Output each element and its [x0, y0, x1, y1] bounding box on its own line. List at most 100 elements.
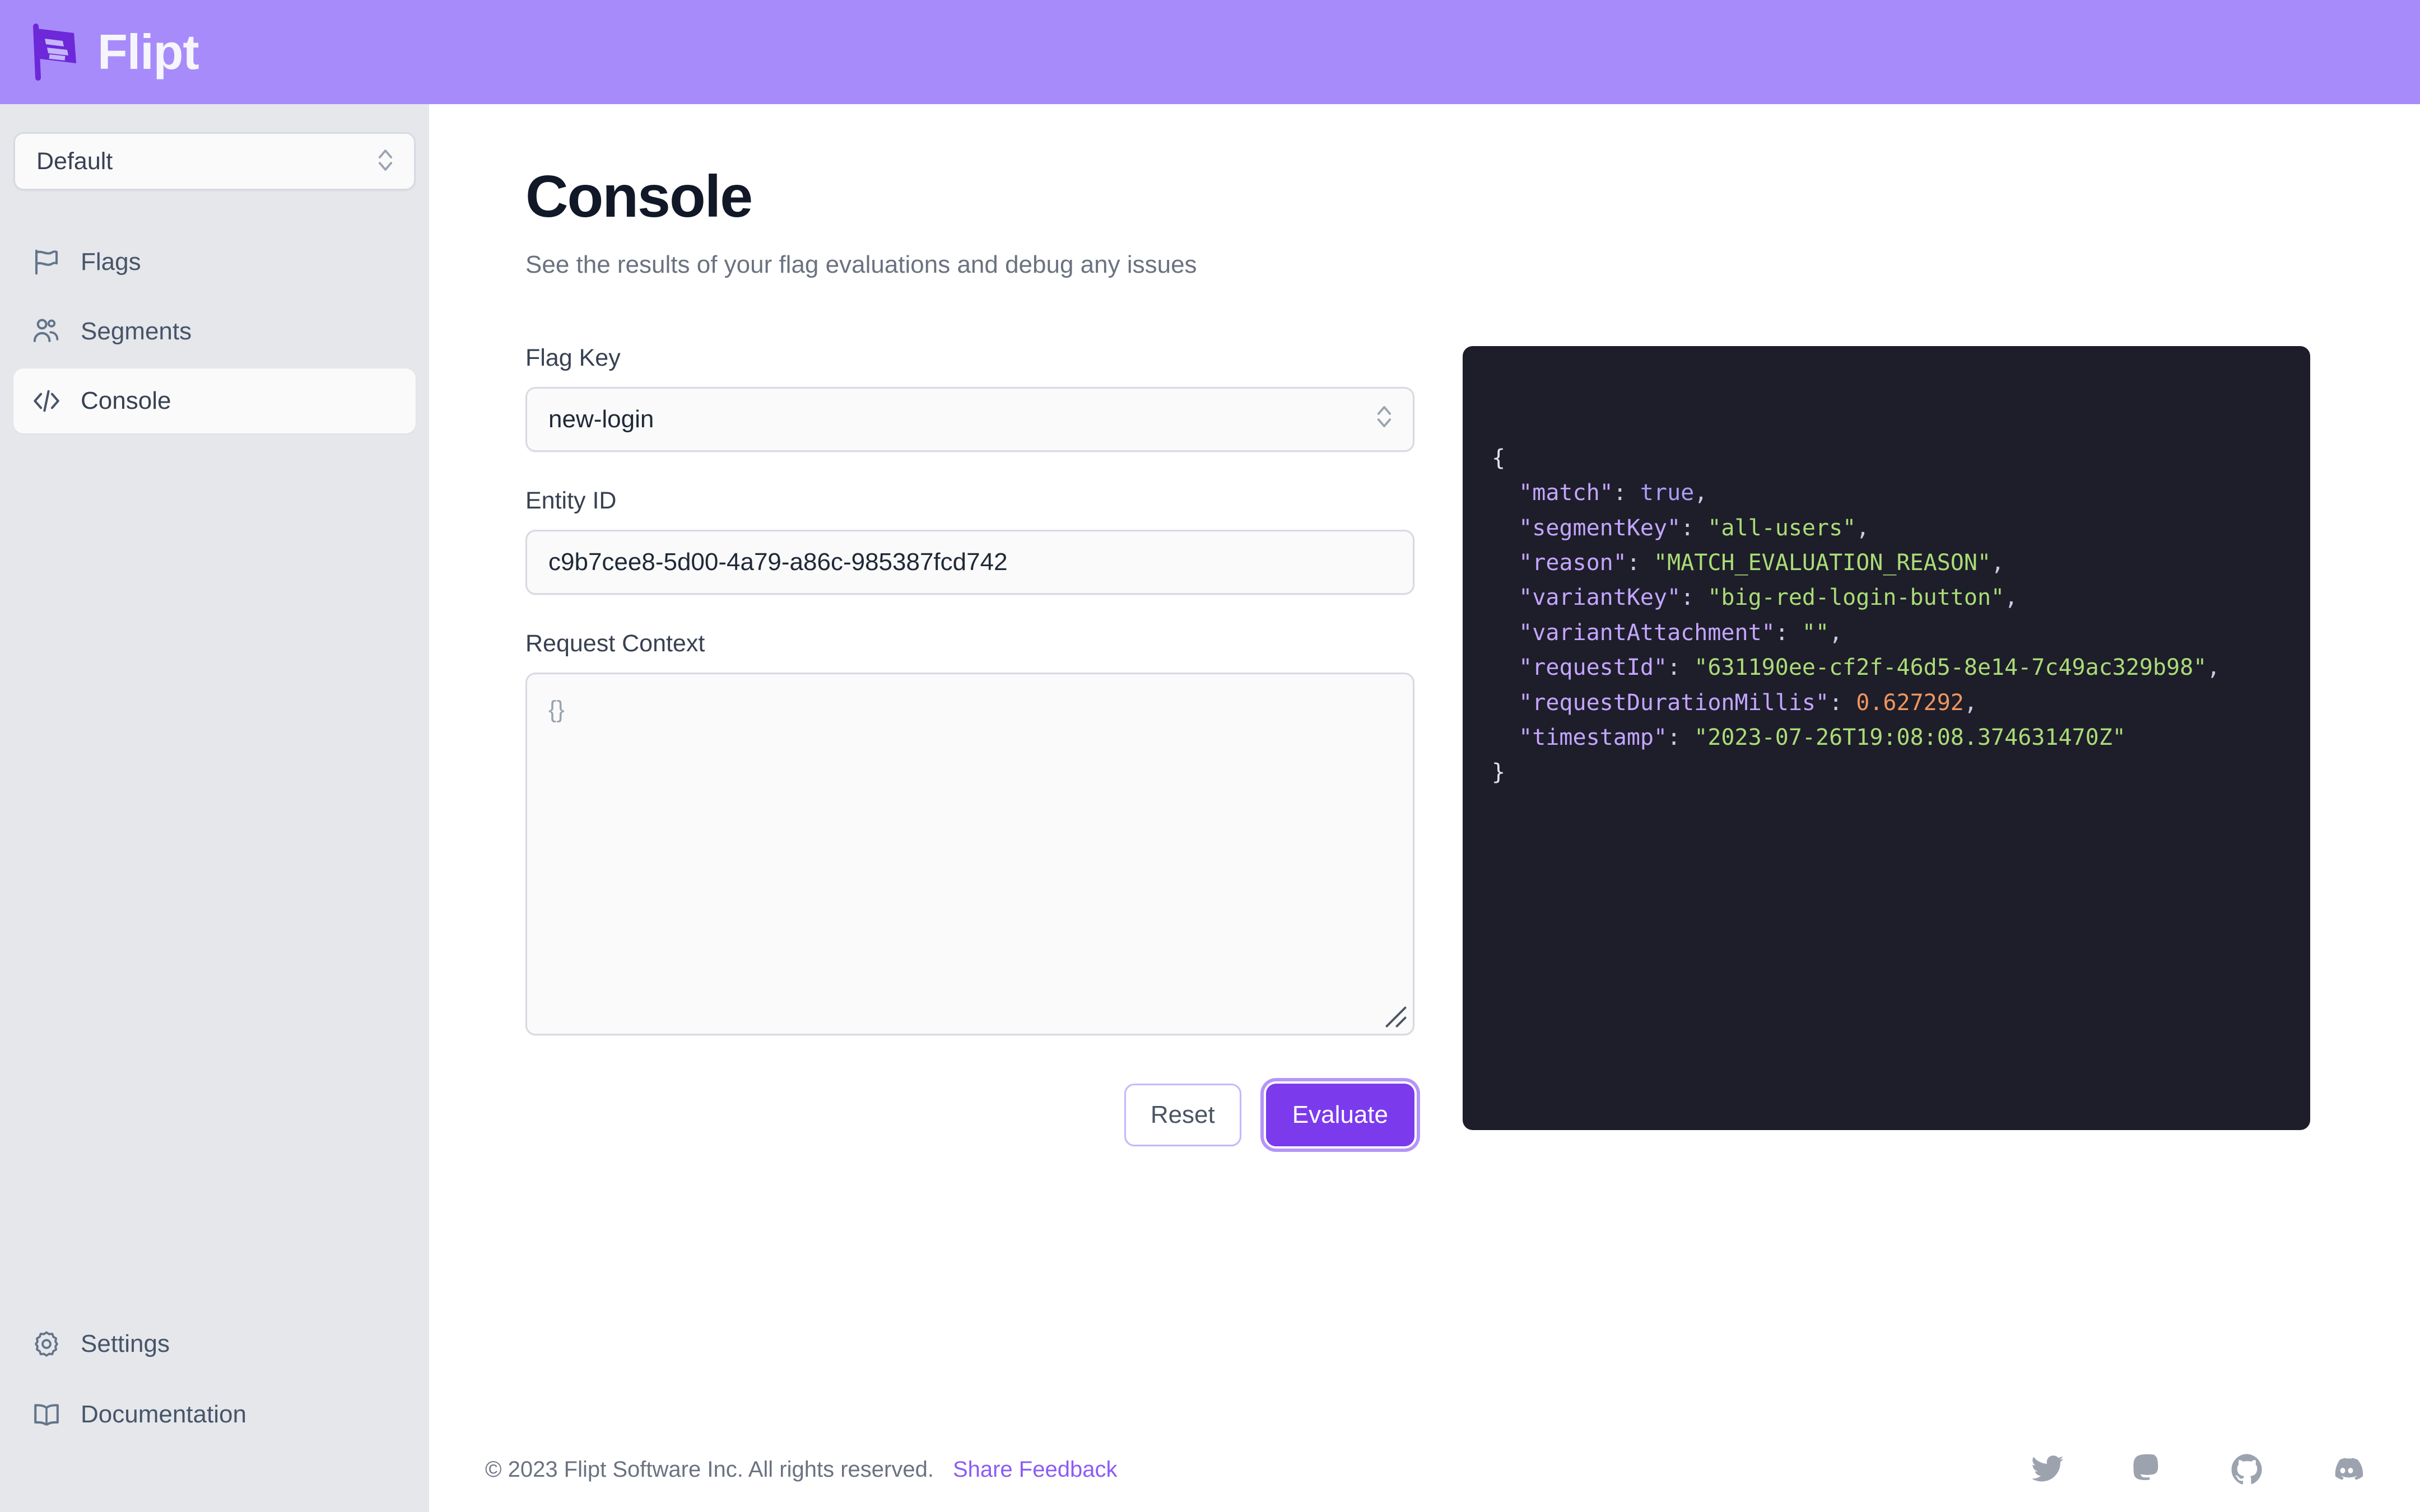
json-value: "2023-07-26T19:08:08.374631470Z": [1694, 725, 2126, 750]
sidebar-item-documentation[interactable]: Documentation: [13, 1382, 416, 1447]
json-key: "reason": [1519, 550, 1627, 576]
github-icon[interactable]: [2230, 1452, 2264, 1487]
flipt-flag-logo-icon: [29, 23, 83, 81]
json-separator: :: [1626, 550, 1654, 576]
console-body: Flag Key new-login Entity ID c9b7cee8-5d…: [429, 280, 2420, 1147]
main-content: Console See the results of your flag eva…: [429, 104, 2420, 1512]
evaluate-button[interactable]: Evaluate: [1265, 1084, 1414, 1147]
json-value: "big-red-login-button": [1707, 585, 2005, 611]
sidebar-item-label: Documentation: [81, 1401, 246, 1428]
json-separator: :: [1681, 515, 1708, 541]
flag-key-label: Flag Key: [525, 344, 621, 372]
mastodon-icon[interactable]: [2130, 1452, 2165, 1487]
json-comma: ,: [2207, 655, 2221, 681]
share-feedback-link[interactable]: Share Feedback: [953, 1458, 1118, 1481]
sidebar-item-settings[interactable]: Settings: [13, 1312, 416, 1376]
book-open-icon: [31, 1399, 62, 1430]
json-comma: ,: [1829, 619, 1843, 646]
json-line: "requestId": "631190ee-cf2f-46d5-8e14-7c…: [1492, 655, 2220, 680]
sidebar-item-console[interactable]: Console: [13, 368, 416, 433]
sidebar: Default Flags Segments Console Settings …: [0, 104, 429, 1512]
json-key: "requestDurationMillis": [1519, 689, 1830, 716]
sidebar-item-label: Flags: [81, 248, 141, 276]
json-value: 0.627292: [1856, 689, 1964, 716]
request-context-value: {}: [548, 696, 565, 724]
entity-id-input[interactable]: c9b7cee8-5d00-4a79-a86c-985387fcd742: [525, 530, 1414, 595]
flag-key-value: new-login: [548, 405, 654, 433]
evaluation-form: Flag Key new-login Entity ID c9b7cee8-5d…: [525, 346, 1414, 1147]
json-comma: ,: [1694, 480, 1708, 506]
resize-grip-icon[interactable]: [1384, 1005, 1408, 1029]
users-icon: [31, 316, 62, 347]
json-key: "timestamp": [1519, 725, 1668, 750]
brand-name: Flipt: [97, 24, 199, 80]
brand-logo-link[interactable]: Flipt: [29, 23, 199, 81]
social-links: [2030, 1452, 2364, 1487]
gear-icon: [31, 1329, 62, 1359]
json-line: "variantKey": "big-red-login-button",: [1492, 585, 2018, 610]
json-separator: :: [1775, 619, 1802, 646]
copyright-text: © 2023 Flipt Software Inc. All rights re…: [485, 1457, 934, 1482]
json-line: "match": true,: [1492, 480, 1707, 506]
json-separator: :: [1829, 689, 1856, 716]
namespace-select-value: Default: [36, 147, 113, 175]
json-close-brace: }: [1492, 759, 1506, 786]
json-value: "631190ee-cf2f-46d5-8e14-7c49ac329b98": [1694, 655, 2207, 681]
sidebar-item-label: Segments: [81, 318, 192, 345]
entity-id-label: Entity ID: [525, 487, 617, 515]
entity-id-field: Entity ID c9b7cee8-5d00-4a79-a86c-985387…: [525, 489, 1414, 595]
sidebar-item-label: Console: [81, 387, 171, 414]
reset-button[interactable]: Reset: [1124, 1084, 1241, 1147]
json-value: "": [1802, 619, 1830, 646]
chevron-up-down-icon: [376, 144, 395, 179]
flag-key-select[interactable]: new-login: [525, 387, 1414, 452]
json-separator: :: [1667, 655, 1695, 681]
flag-icon: [31, 247, 62, 277]
json-key: "segmentKey": [1519, 515, 1681, 541]
request-context-textarea[interactable]: {}: [525, 673, 1414, 1036]
json-value: "all-users": [1707, 515, 1856, 541]
page-footer: © 2023 Flipt Software Inc. All rights re…: [429, 1427, 2420, 1512]
request-context-label: Request Context: [525, 630, 705, 657]
sidebar-secondary-nav: Settings Documentation: [13, 1312, 416, 1447]
json-key: "match": [1519, 480, 1613, 506]
json-separator: :: [1613, 480, 1640, 506]
json-line: "timestamp": "2023-07-26T19:08:08.374631…: [1492, 725, 2126, 750]
page-title: Console: [525, 164, 753, 230]
json-line: "requestDurationMillis": 0.627292,: [1492, 690, 1977, 716]
request-context-field: Request Context {}: [525, 630, 1414, 1036]
code-brackets-icon: [31, 386, 62, 416]
json-key: "variantAttachment": [1519, 619, 1775, 646]
json-key: "requestId": [1519, 655, 1668, 681]
form-actions: Reset Evaluate: [525, 1084, 1414, 1147]
discord-icon[interactable]: [2329, 1452, 2364, 1487]
entity-id-value: c9b7cee8-5d00-4a79-a86c-985387fcd742: [548, 548, 1008, 576]
twitter-icon[interactable]: [2030, 1452, 2065, 1487]
app-header: Flipt: [0, 0, 2420, 104]
json-comma: ,: [1991, 550, 2005, 576]
json-key: "variantKey": [1519, 585, 1681, 611]
page-subtitle: See the results of your flag evaluations…: [525, 251, 1197, 279]
json-comma: ,: [2004, 585, 2018, 611]
sidebar-item-flags[interactable]: Flags: [13, 230, 416, 295]
json-comma: ,: [1963, 689, 1977, 716]
json-open-brace: {: [1492, 445, 1506, 471]
json-line: "reason": "MATCH_EVALUATION_REASON",: [1492, 550, 2004, 576]
sidebar-item-label: Settings: [81, 1330, 170, 1357]
json-value: "MATCH_EVALUATION_REASON": [1654, 550, 1991, 576]
namespace-select[interactable]: Default: [13, 132, 416, 190]
footer-left: © 2023 Flipt Software Inc. All rights re…: [485, 1458, 1117, 1481]
flag-key-field: Flag Key new-login: [525, 346, 1414, 452]
json-separator: :: [1681, 585, 1708, 611]
sidebar-item-segments[interactable]: Segments: [13, 299, 416, 364]
json-value: true: [1640, 480, 1695, 506]
sidebar-primary-nav: Flags Segments Console: [13, 230, 416, 433]
json-line: "segmentKey": "all-users",: [1492, 515, 1869, 541]
page-header: Console See the results of your flag eva…: [429, 104, 2420, 280]
evaluation-result-panel[interactable]: { "match": true, "segmentKey": "all-user…: [1463, 346, 2310, 1131]
json-output: { "match": true, "segmentKey": "all-user…: [1492, 441, 2281, 790]
json-comma: ,: [1856, 515, 1870, 541]
chevron-up-down-icon: [1375, 401, 1394, 438]
json-line: "variantAttachment": "",: [1492, 620, 1842, 646]
json-separator: :: [1667, 725, 1695, 750]
